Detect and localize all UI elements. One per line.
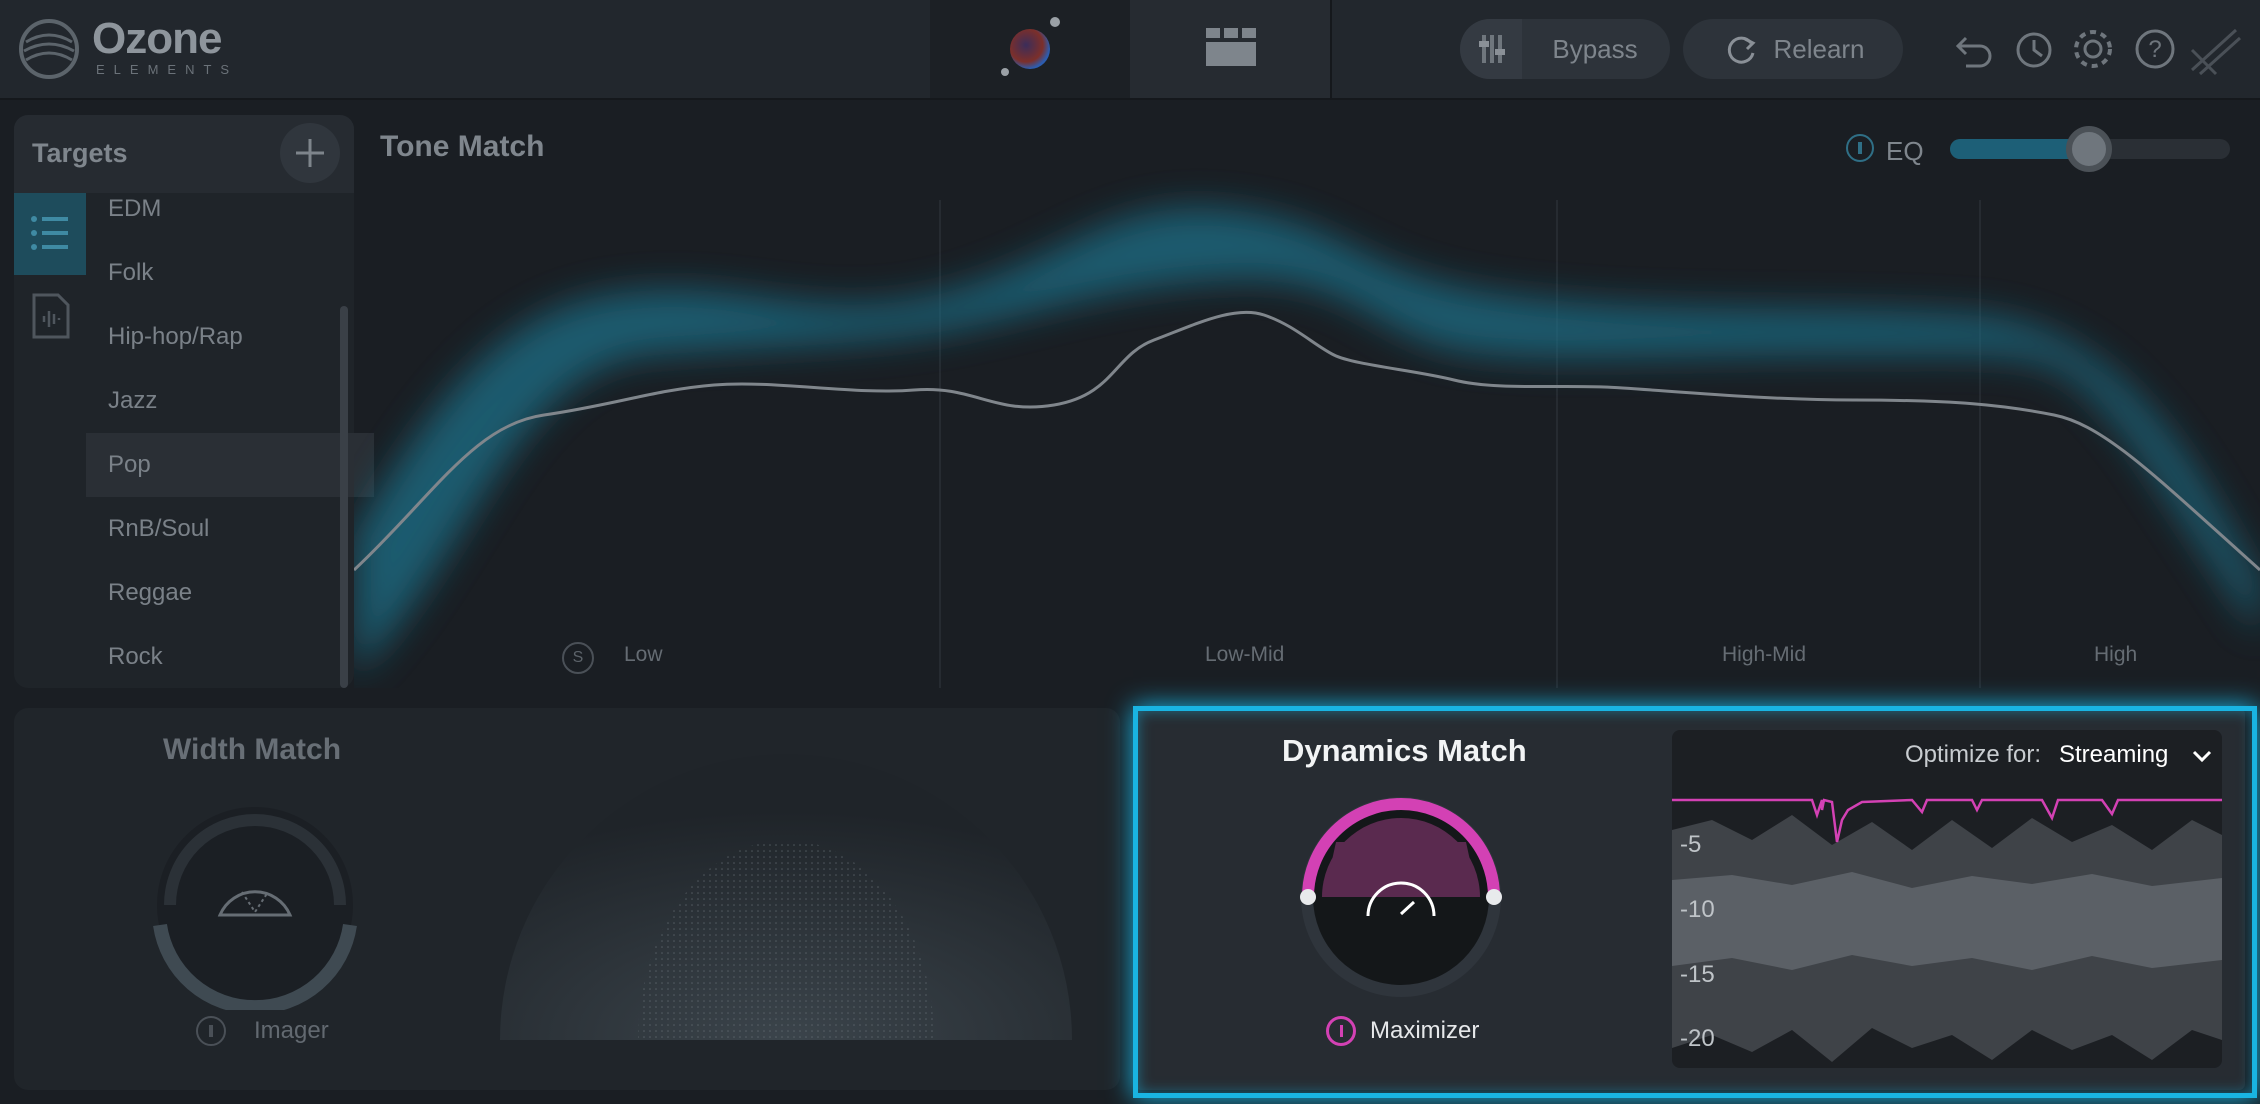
power-icon xyxy=(1858,142,1862,154)
dynamics-match-title: Dynamics Match xyxy=(1282,733,1527,768)
loudness-waveform xyxy=(1672,798,2222,1062)
solo-button[interactable]: S xyxy=(562,642,594,674)
stereo-vectorscope xyxy=(500,754,1072,1040)
genre-label: Pop xyxy=(108,451,151,478)
bypass-label: Bypass xyxy=(1552,33,1638,64)
optimize-for-select[interactable]: Streaming xyxy=(2059,741,2168,769)
list-item[interactable]: Folk xyxy=(108,241,344,305)
solo-label: S xyxy=(572,649,584,666)
power-icon xyxy=(209,1025,213,1037)
add-target-button[interactable] xyxy=(280,123,340,183)
eq-power-toggle[interactable] xyxy=(1846,134,1874,162)
tone-match-title: Tone Match xyxy=(380,130,545,163)
relearn-label: Relearn xyxy=(1773,33,1865,64)
tab-genre-list[interactable] xyxy=(14,193,86,275)
list-item[interactable]: EDM xyxy=(108,177,344,241)
logo-text: Ozone xyxy=(92,14,222,63)
mixer-icon xyxy=(1479,35,1505,63)
maximizer-label: Maximizer xyxy=(1370,1017,1480,1044)
band-label-low: Low xyxy=(624,643,663,666)
izotope-logo-icon xyxy=(2190,28,2242,76)
maximizer-power-toggle[interactable] xyxy=(1326,1016,1356,1046)
width-match-title: Width Match xyxy=(163,733,342,766)
gear-icon[interactable] xyxy=(2070,26,2116,72)
loudness-meter xyxy=(1672,730,2222,1068)
band-label-high: High xyxy=(2094,643,2138,666)
tab-modules[interactable] xyxy=(1130,0,1332,98)
genre-label: Rock xyxy=(108,643,163,670)
mixer-button[interactable] xyxy=(1460,19,1522,79)
logo-subtitle: ELEMENTS xyxy=(96,62,239,77)
genre-label: Jazz xyxy=(108,387,158,414)
modules-grid-icon xyxy=(1206,28,1256,66)
optimize-for-label: Optimize for: xyxy=(1905,741,2042,768)
list-item[interactable]: Jazz xyxy=(108,369,344,433)
meter-tick-label: -20 xyxy=(1680,1025,1715,1052)
band-label-high-mid: High-Mid xyxy=(1722,643,1807,666)
genre-label: Folk xyxy=(108,259,154,286)
refresh-icon xyxy=(1728,36,1757,64)
meter-tick-label: -15 xyxy=(1680,961,1715,988)
meter-tick-label: -10 xyxy=(1680,896,1715,923)
targets-scrollbar[interactable] xyxy=(340,306,348,688)
meter-tick-label: -5 xyxy=(1680,831,1702,858)
tab-reference-file[interactable] xyxy=(14,275,86,357)
undo-icon[interactable] xyxy=(1950,28,1994,72)
eq-label: EQ xyxy=(1886,136,1924,166)
help-icon[interactable]: ? xyxy=(2132,26,2178,72)
imager-power-toggle[interactable] xyxy=(196,1016,226,1046)
eq-amount-thumb[interactable] xyxy=(2066,126,2112,172)
list-icon xyxy=(31,216,68,250)
targets-title: Targets xyxy=(32,138,128,168)
relearn-button[interactable]: Relearn xyxy=(1683,19,1903,79)
genre-label: Hip-hop/Rap xyxy=(108,323,243,350)
genre-label: RnB/Soul xyxy=(108,515,210,542)
band-label-low-mid: Low-Mid xyxy=(1205,643,1285,666)
list-item[interactable]: Rock xyxy=(108,625,344,689)
tone-match-panel xyxy=(352,115,2260,688)
list-item[interactable]: Reggae xyxy=(108,561,344,625)
history-icon[interactable] xyxy=(2010,28,2054,72)
width-knob[interactable] xyxy=(150,800,360,1010)
genre-label: Reggae xyxy=(108,579,193,606)
list-item[interactable]: RnB/Soul xyxy=(108,497,344,561)
svg-text:?: ? xyxy=(2148,36,2161,63)
dynamics-knob[interactable] xyxy=(1296,792,1506,1002)
list-item[interactable]: Hip-hop/Rap xyxy=(108,305,344,369)
audio-file-icon xyxy=(32,293,70,339)
chevron-down-icon[interactable] xyxy=(2190,744,2214,768)
assistant-orb-icon xyxy=(1001,17,1060,76)
imager-label: Imager xyxy=(254,1017,329,1044)
ozone-logo-icon xyxy=(19,19,79,79)
tab-assistant[interactable] xyxy=(930,0,1130,98)
genre-label: EDM xyxy=(108,195,162,222)
tone-curve-display xyxy=(352,200,2260,688)
plus-icon xyxy=(296,139,324,167)
list-item-selected[interactable]: Pop xyxy=(86,433,374,497)
